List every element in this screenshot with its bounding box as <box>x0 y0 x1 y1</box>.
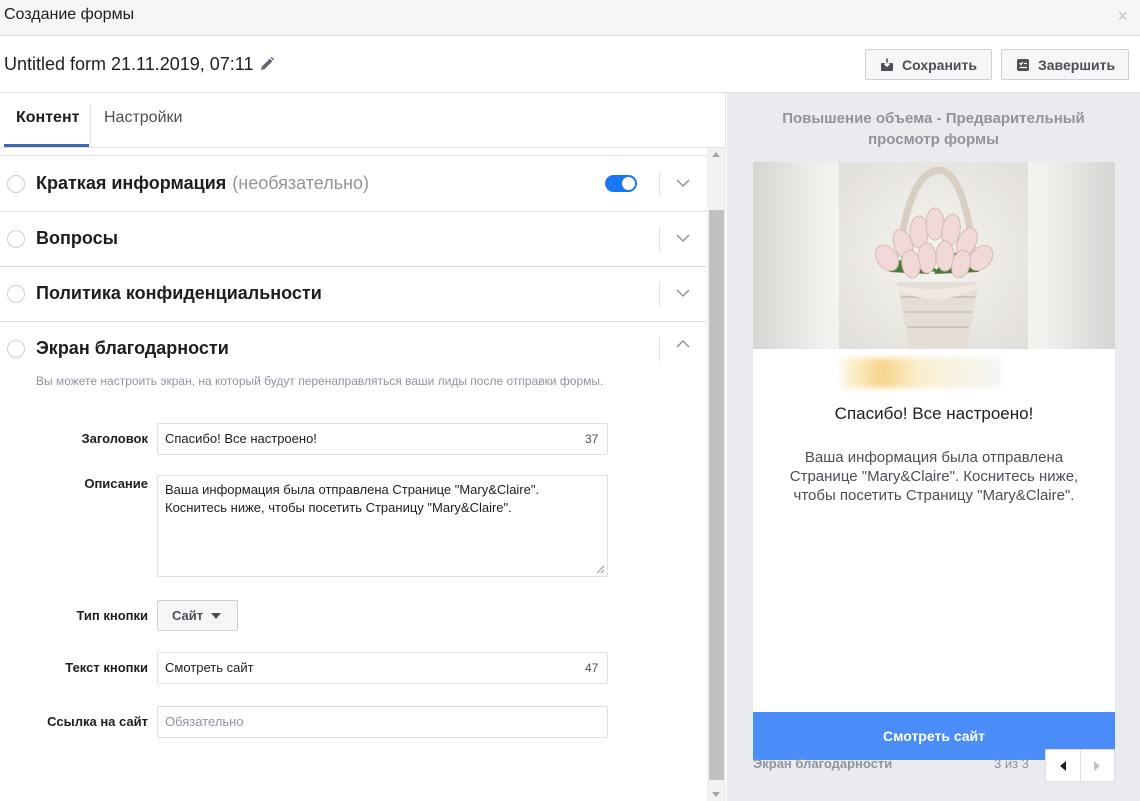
description-text: Ваша информация была отправлена Странице… <box>165 482 540 515</box>
chevron-right-icon <box>1094 760 1101 771</box>
website-link-input[interactable]: Обязательно <box>157 706 608 738</box>
active-tab-indicator <box>4 144 89 147</box>
divider <box>659 337 660 361</box>
next-screen-button[interactable] <box>1081 750 1115 781</box>
save-button-label: Сохранить <box>902 56 977 73</box>
tab-bar: Контент Настройки <box>0 93 726 148</box>
flower-basket-image <box>839 162 1028 349</box>
divider <box>659 282 660 306</box>
tab-settings[interactable]: Настройки <box>104 109 182 127</box>
chevron-down-icon[interactable] <box>676 231 690 245</box>
preview-panel: Повышение объема - Предварительный просм… <box>727 93 1140 801</box>
dialog-title-bar: Создание формы × <box>0 0 1140 36</box>
form-name: Untitled form 21.11.2019, 07:11 <box>4 54 254 74</box>
section-status-radio <box>7 230 25 248</box>
preview-thanks-headline: Спасибо! Все настроено! <box>834 404 1034 423</box>
preview-card: Спасибо! Все настроено! Ваша информация … <box>753 162 1115 760</box>
finish-button[interactable]: Завершить <box>1001 49 1129 80</box>
intro-toggle[interactable] <box>605 175 637 192</box>
preview-page-indicator: 3 из 3 <box>994 756 1029 771</box>
preview-pager <box>1045 749 1115 782</box>
scroll-up-arrow[interactable] <box>712 152 720 157</box>
button-type-value: Сайт <box>172 608 204 623</box>
button-text-input[interactable]: Смотреть сайт <box>157 652 608 684</box>
section-title: Экран благодарности <box>36 338 229 358</box>
pencil-icon[interactable] <box>259 56 275 72</box>
checklist-icon <box>1017 58 1029 71</box>
headline-char-counter: 37 <box>585 432 599 446</box>
chevron-down-icon[interactable] <box>676 286 690 300</box>
description-label: Описание <box>84 476 148 491</box>
section-status-radio <box>7 285 25 303</box>
blurred-brand-logo <box>841 358 1001 388</box>
section-title: Политика конфиденциальности <box>36 283 322 303</box>
tab-content[interactable]: Контент <box>16 109 79 127</box>
button-type-label: Тип кнопки <box>76 608 148 623</box>
download-tray-icon <box>881 58 893 71</box>
vertical-scrollbar[interactable] <box>707 148 726 801</box>
section-privacy-policy[interactable]: Политика конфиденциальности <box>0 266 707 321</box>
optional-note: (необязательно) <box>232 173 370 193</box>
resize-handle-icon[interactable] <box>595 564 605 574</box>
button-text-char-counter: 47 <box>585 661 599 675</box>
preview-thanks-description: Ваша информация была отправлена Странице… <box>789 449 1079 504</box>
chevron-down-icon[interactable] <box>676 176 690 190</box>
section-questions[interactable]: Вопросы <box>0 211 707 266</box>
scroll-down-arrow[interactable] <box>712 792 720 797</box>
cover-image <box>753 162 1115 349</box>
finish-button-label: Завершить <box>1038 56 1116 73</box>
chevron-up-icon[interactable] <box>676 337 690 351</box>
scroll-thumb[interactable] <box>709 210 724 780</box>
section-status-radio <box>7 175 25 193</box>
button-text-label: Текст кнопки <box>65 660 148 675</box>
form-header: Untitled form 21.11.2019, 07:11 Сохранит… <box>0 36 1140 93</box>
sections-list: Краткая информация (необязательно) Вопрос… <box>0 148 707 801</box>
thank-you-description: Вы можете настроить экран, на который бу… <box>36 374 604 388</box>
save-button[interactable]: Сохранить <box>865 49 992 80</box>
close-icon[interactable]: × <box>1117 6 1128 26</box>
preview-title: Повышение объема - Предварительный просм… <box>782 110 1085 148</box>
chevron-left-icon <box>1059 760 1066 771</box>
headline-input[interactable]: Спасибо! Все настроено! <box>157 423 608 455</box>
divider <box>659 227 660 251</box>
divider <box>659 172 660 196</box>
section-status-radio <box>7 340 25 358</box>
button-type-dropdown[interactable]: Сайт <box>157 600 238 631</box>
dialog-title: Создание формы <box>4 6 135 23</box>
section-title: Вопросы <box>36 228 119 248</box>
headline-label: Заголовок <box>81 431 148 446</box>
preview-screen-name: Экран благодарности <box>753 756 893 771</box>
caret-down-icon <box>211 612 222 619</box>
description-textarea[interactable]: Ваша информация была отправлена Странице… <box>157 475 608 577</box>
section-title: Краткая информация (необязательно) <box>36 173 370 193</box>
website-link-label: Ссылка на сайт <box>47 714 148 729</box>
section-intro[interactable]: Краткая информация (необязательно) <box>0 155 707 211</box>
tab-divider <box>90 104 91 144</box>
prev-screen-button[interactable] <box>1046 750 1081 781</box>
editor-panel: Контент Настройки Краткая информация (нео… <box>0 93 726 801</box>
